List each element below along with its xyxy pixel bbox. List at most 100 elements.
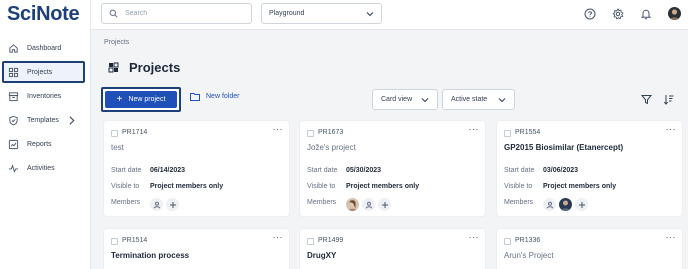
new-folder-label: New folder [206, 93, 240, 100]
visible-to-label: Visible to [111, 183, 140, 190]
more-options-icon[interactable]: ··· [273, 124, 284, 134]
chevron-down-icon [366, 11, 374, 16]
search-input[interactable] [125, 10, 245, 17]
view-mode-select[interactable]: Card view [372, 89, 438, 110]
project-card[interactable]: PR1673 ··· Jože's project Start date 05/… [300, 121, 485, 216]
user-avatar[interactable] [668, 7, 681, 20]
breadcrumb[interactable]: Projects [104, 39, 129, 46]
sidebar-item-label: Inventories [27, 92, 62, 100]
settings-icon[interactable] [612, 8, 624, 20]
team-select[interactable]: Playground [261, 3, 382, 24]
sidebar-item-dashboard[interactable]: Dashboard [2, 37, 85, 59]
page-title: Projects [129, 60, 181, 75]
project-code: PR1714 [122, 129, 148, 136]
more-options-icon[interactable]: ··· [469, 232, 480, 242]
visible-to-value: Project members only [346, 183, 420, 190]
card-checkbox[interactable] [504, 238, 511, 245]
home-icon [9, 43, 18, 53]
add-member-icon[interactable] [378, 198, 391, 211]
more-options-icon[interactable]: ··· [469, 124, 480, 134]
project-code: PR1554 [515, 129, 541, 136]
more-options-icon[interactable]: ··· [666, 124, 677, 134]
project-name[interactable]: GP2015 Biosimilar (Etanercept) [504, 143, 623, 152]
sidebar-item-inventories[interactable]: Inventories [2, 85, 85, 107]
sidebar-item-label: Dashboard [27, 44, 62, 52]
project-name[interactable]: Termination process [111, 251, 189, 260]
project-name[interactable]: test [111, 143, 124, 152]
state-select[interactable]: Active state [442, 89, 515, 110]
sidebar-item-templates[interactable]: Templates [2, 109, 85, 131]
visible-to-label: Visible to [504, 183, 533, 190]
card-checkbox[interactable] [307, 238, 314, 245]
project-name[interactable]: Jože's project [307, 143, 356, 152]
members-list [543, 198, 588, 211]
sort-icon[interactable] [663, 94, 674, 105]
project-card[interactable]: PR1554 ··· GP2015 Biosimilar (Etanercept… [497, 121, 682, 216]
members-label: Members [504, 199, 534, 206]
chevron-down-icon [498, 97, 506, 102]
inventory-icon [8, 91, 19, 101]
search-box[interactable] [101, 3, 252, 24]
more-options-icon[interactable]: ··· [666, 232, 677, 242]
projects-grid-icon [108, 62, 119, 73]
sidebar-item-label: Activities [27, 164, 55, 172]
top-header: Playground [91, 0, 688, 30]
project-card[interactable]: PR1499 ··· DrugXY [300, 229, 485, 269]
members-label: Members [307, 199, 337, 206]
project-card[interactable]: PR1336 ··· Arun's Project [497, 229, 682, 269]
activity-icon [8, 163, 19, 173]
start-date-label: Start date [111, 167, 142, 174]
new-folder-button[interactable]: New folder [190, 92, 239, 101]
member-avatar[interactable] [346, 198, 359, 211]
team-select-value: Playground [269, 10, 305, 17]
members-list [346, 198, 391, 211]
user-icon[interactable] [150, 198, 163, 211]
page-title-row: Projects [108, 60, 180, 75]
visible-to-value: Project members only [543, 183, 617, 190]
project-code: PR1514 [122, 237, 148, 244]
sidebar-item-label: Projects [27, 68, 53, 76]
project-code: PR1499 [318, 237, 344, 244]
sidebar: SciNote Dashboard Projects Inventories T… [0, 0, 91, 269]
chevron-down-icon [421, 97, 429, 102]
view-mode-value: Card view [381, 96, 413, 103]
project-card[interactable]: PR1714 ··· test Start date 06/14/2023 Vi… [104, 121, 289, 216]
card-checkbox[interactable] [504, 130, 511, 137]
user-icon[interactable] [543, 198, 556, 211]
chevron-right-icon [69, 116, 75, 125]
start-date-label: Start date [504, 167, 535, 174]
new-project-button[interactable]: + New project [101, 87, 181, 112]
scinote-logo[interactable]: SciNote [7, 3, 80, 26]
members-list [150, 198, 179, 211]
project-code: PR1336 [515, 237, 541, 244]
help-icon[interactable] [584, 8, 596, 20]
project-name[interactable]: Arun's Project [504, 251, 554, 260]
card-checkbox[interactable] [111, 130, 118, 137]
search-icon [109, 9, 118, 18]
start-date-value: 05/30/2023 [346, 167, 382, 174]
start-date-value: 03/06/2023 [543, 167, 579, 174]
plus-icon: + [116, 93, 123, 105]
project-name[interactable]: DrugXY [307, 251, 336, 260]
add-member-icon[interactable] [575, 198, 588, 211]
project-card[interactable]: PR1514 ··· Termination process [104, 229, 289, 269]
shield-icon [9, 115, 18, 125]
user-icon[interactable] [362, 198, 375, 211]
project-code: PR1673 [318, 129, 344, 136]
notifications-icon[interactable] [640, 8, 652, 20]
filter-icon[interactable] [641, 94, 652, 105]
sidebar-item-activities[interactable]: Activities [2, 157, 85, 179]
add-member-icon[interactable] [166, 198, 179, 211]
reports-icon [8, 139, 19, 149]
sidebar-item-reports[interactable]: Reports [2, 133, 85, 155]
more-options-icon[interactable]: ··· [273, 232, 284, 242]
card-checkbox[interactable] [111, 238, 118, 245]
start-date-label: Start date [307, 167, 338, 174]
sidebar-item-projects[interactable]: Projects [2, 61, 85, 83]
state-select-value: Active state [451, 96, 488, 103]
card-checkbox[interactable] [307, 130, 314, 137]
member-avatar[interactable] [559, 198, 572, 211]
grid-icon [8, 67, 19, 77]
members-label: Members [111, 199, 141, 206]
visible-to-label: Visible to [307, 183, 336, 190]
